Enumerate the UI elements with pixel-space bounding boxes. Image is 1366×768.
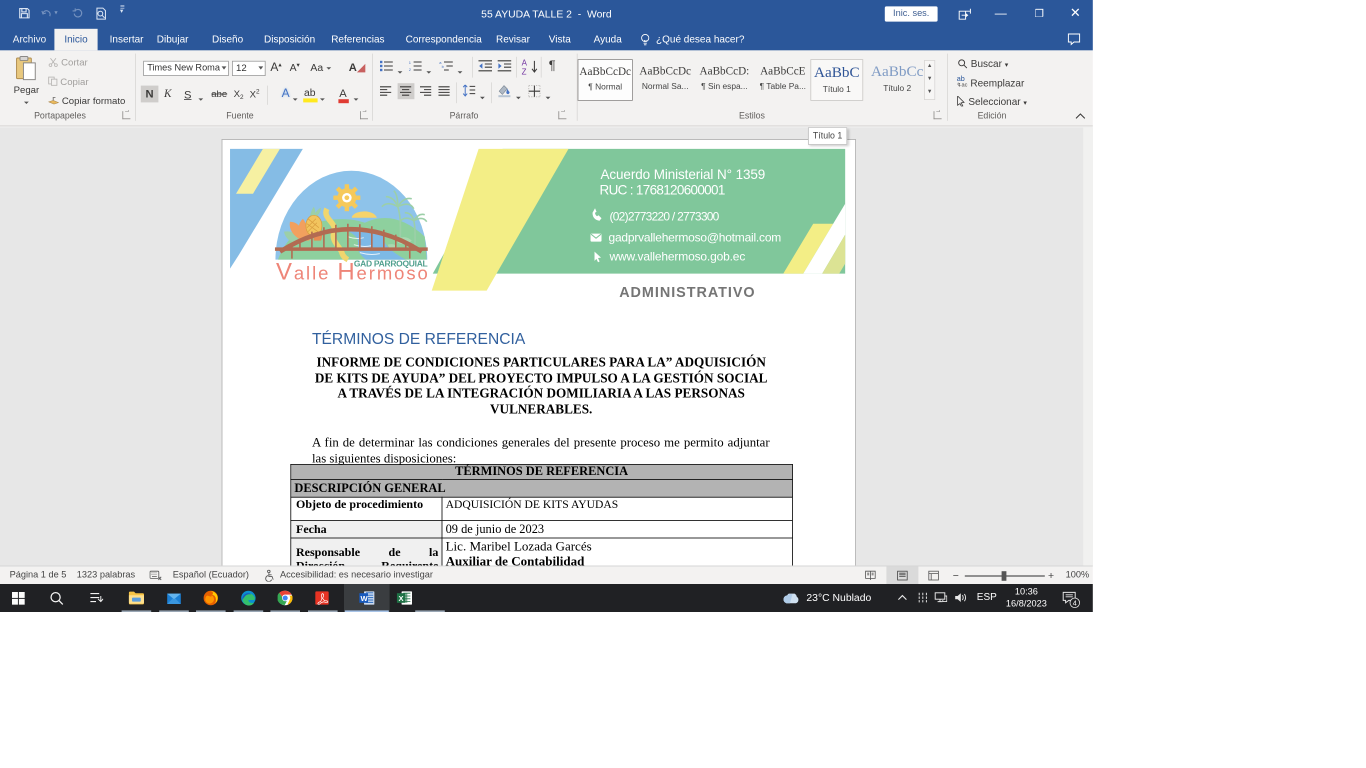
svg-text:gadprvallehermoso@hotmail.com: gadprvallehermoso@hotmail.com	[609, 231, 782, 245]
svg-text:W: W	[360, 594, 368, 603]
svg-text:RUC : 1768120600001: RUC : 1768120600001	[600, 183, 726, 198]
svg-text:1: 1	[409, 60, 412, 65]
svg-text:www.vallehermoso.gob.ec: www.vallehermoso.gob.ec	[609, 250, 746, 264]
svg-text:2: 2	[409, 67, 412, 72]
svg-text:b: b	[442, 64, 445, 69]
svg-text:Acuerdo Ministerial N° 1359: Acuerdo Ministerial N° 1359	[601, 167, 766, 182]
svg-text:(02)2773220 / 2773300: (02)2773220 / 2773300	[610, 210, 720, 224]
svg-text:X: X	[399, 594, 404, 603]
